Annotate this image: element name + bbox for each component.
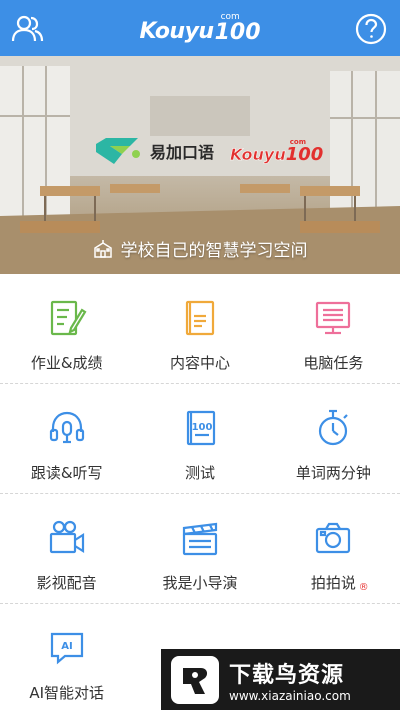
stopwatch-icon bbox=[319, 409, 349, 446]
user-group-icon bbox=[11, 15, 44, 42]
slogan-text: 学校自己的智慧学习空间 bbox=[120, 241, 308, 261]
test-button[interactable]: 100 测试 bbox=[133, 384, 266, 493]
feature-grid: 作业&成绩 内容中心 电脑任务 跟读&听写 100 测试 单词两分钟 影视配音 … bbox=[0, 274, 400, 714]
test-icon: 100 bbox=[186, 410, 216, 446]
promo-banner[interactable]: 易加口语 Kouyu com 100 学校自己的智慧学习空间 bbox=[0, 56, 400, 274]
little-director-button[interactable]: 我是小导演 bbox=[133, 494, 266, 603]
film-dubbing-button[interactable]: 影视配音 bbox=[0, 494, 133, 603]
camera-icon bbox=[316, 522, 351, 554]
video-camera-icon bbox=[49, 520, 84, 554]
read-dictation-button[interactable]: 跟读&听写 bbox=[0, 384, 133, 493]
headphone-icon bbox=[49, 411, 84, 444]
feature-row: 作业&成绩 内容中心 电脑任务 bbox=[0, 274, 400, 384]
app-header: Kouyu com 100 bbox=[0, 0, 400, 56]
photo-talk-button[interactable]: 拍拍说 ® bbox=[267, 494, 400, 603]
ai-icon-text: AI bbox=[61, 641, 72, 652]
user-button[interactable] bbox=[10, 12, 44, 46]
homework-grades-label: 作业&成绩 bbox=[30, 354, 103, 372]
help-icon bbox=[355, 13, 387, 45]
word-two-minutes-button[interactable]: 单词两分钟 bbox=[267, 384, 400, 493]
ai-chat-label: AI智能对话 bbox=[29, 684, 104, 702]
banner-brand: 易加口语 Kouyu com 100 bbox=[92, 134, 323, 168]
logo-word: Kouyu bbox=[139, 18, 214, 44]
logo-num: 100 bbox=[214, 19, 261, 45]
content-center-label: 内容中心 bbox=[169, 354, 230, 372]
brand-chinese-name: 易加口语 bbox=[150, 143, 215, 162]
registered-mark: ® bbox=[358, 582, 369, 593]
help-button[interactable] bbox=[354, 12, 388, 46]
book-icon bbox=[185, 300, 215, 336]
film-dubbing-label: 影视配音 bbox=[36, 574, 97, 592]
app-logo: Kouyu com 100 bbox=[139, 12, 261, 45]
feature-row: 跟读&听写 100 测试 单词两分钟 bbox=[0, 384, 400, 494]
clapperboard-icon bbox=[182, 522, 218, 556]
banner-logo-num: 100 bbox=[285, 143, 324, 165]
watermark-overlay: 下载鸟资源 www.xiazainiao.com bbox=[161, 649, 400, 710]
bird-logo-icon bbox=[171, 655, 219, 704]
computer-icon bbox=[316, 301, 351, 335]
ai-chat-button[interactable]: AI AI智能对话 bbox=[0, 604, 133, 714]
test-label: 测试 bbox=[184, 464, 215, 482]
computer-task-label: 电脑任务 bbox=[303, 354, 364, 372]
yijia-logo-icon bbox=[96, 138, 140, 164]
feature-row: 影视配音 我是小导演 拍拍说 ® bbox=[0, 494, 400, 604]
content-center-button[interactable]: 内容中心 bbox=[133, 274, 266, 383]
photo-talk-label: 拍拍说 bbox=[310, 574, 356, 592]
homework-icon bbox=[50, 300, 87, 336]
word-two-minutes-label: 单词两分钟 bbox=[295, 464, 371, 482]
watermark-url: www.xiazainiao.com bbox=[229, 688, 351, 703]
banner-logo-word: Kouyu bbox=[230, 144, 286, 164]
watermark-title: 下载鸟资源 bbox=[229, 662, 345, 688]
test-icon-text: 100 bbox=[192, 422, 213, 433]
homework-grades-button[interactable]: 作业&成绩 bbox=[0, 274, 133, 383]
computer-task-button[interactable]: 电脑任务 bbox=[267, 274, 400, 383]
school-building-icon bbox=[93, 239, 112, 258]
kouyu-banner-logo: Kouyu com 100 bbox=[230, 138, 324, 165]
little-director-label: 我是小导演 bbox=[162, 574, 238, 592]
read-dictation-label: 跟读&听写 bbox=[30, 464, 103, 482]
ai-chat-icon: AI bbox=[50, 632, 83, 665]
banner-slogan: 学校自己的智慧学习空间 bbox=[0, 236, 400, 261]
